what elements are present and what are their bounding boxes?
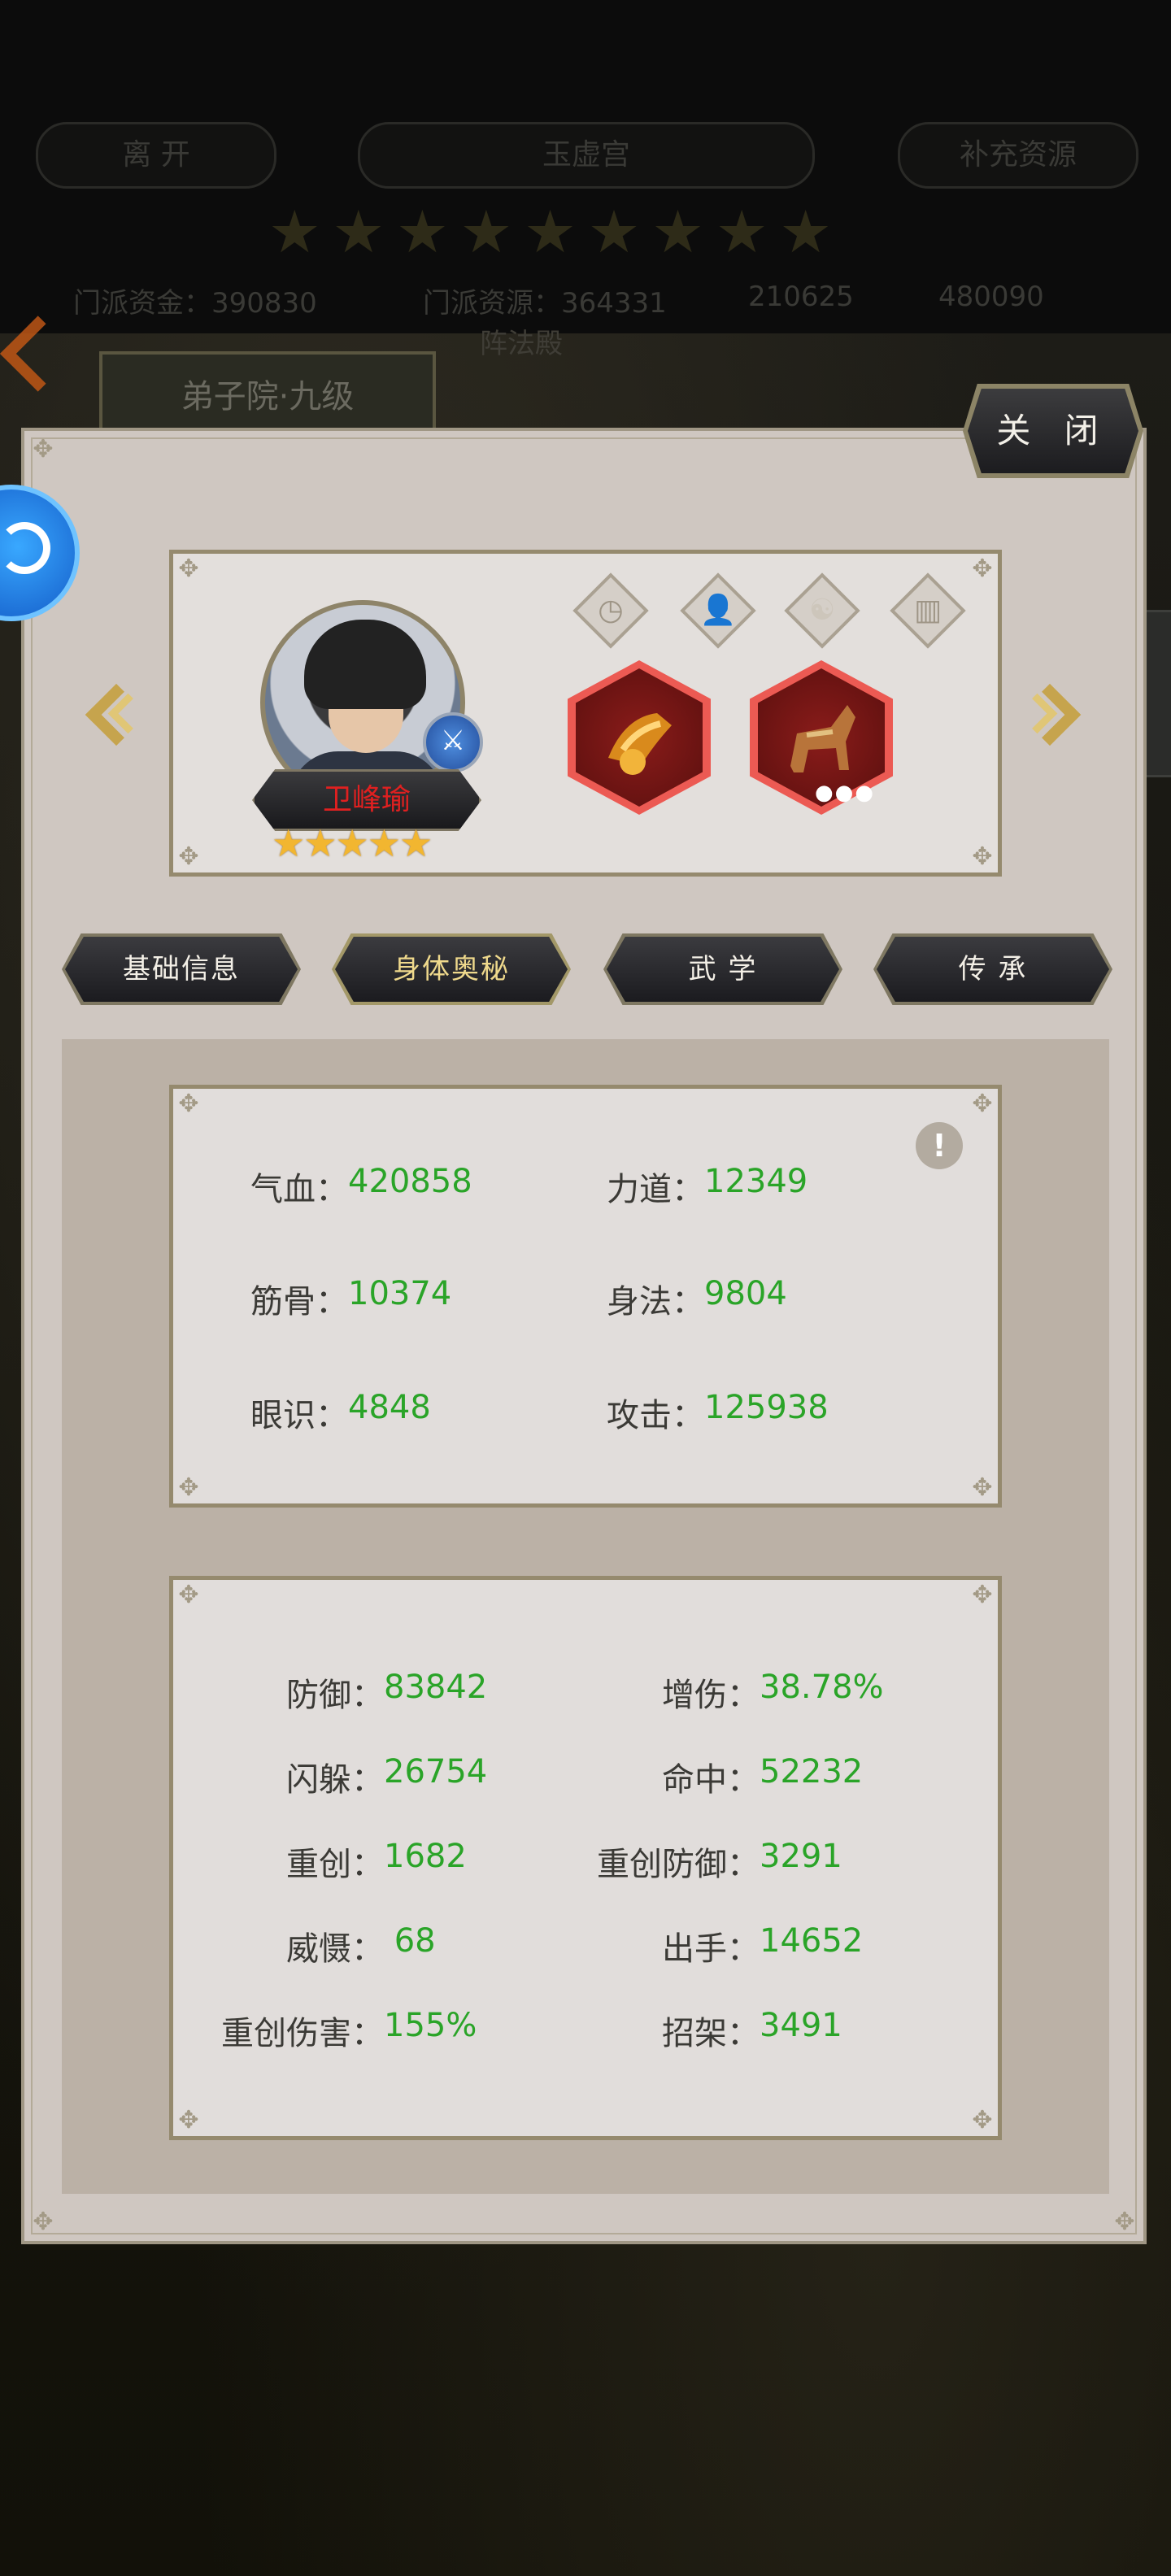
corner-ornament-icon: ✥ [33, 435, 54, 463]
corner-ornament-icon: ✥ [178, 555, 199, 583]
gauntlet-item-icon [608, 713, 672, 775]
corner-ornament-icon: ✥ [178, 1090, 199, 1118]
tab-inheritance[interactable]: 传 承 [877, 937, 1109, 1002]
corner-ornament-icon: ✥ [178, 2106, 199, 2134]
hero-star-rating: ★★★★★ [272, 821, 433, 865]
person-icon: 👤 [699, 594, 737, 627]
stat-label: 重创： [286, 1846, 384, 1883]
corner-ornament-icon: ✥ [1114, 2208, 1135, 2236]
stat-value: 3291 [760, 1838, 842, 1875]
stat-value: 52232 [760, 1753, 864, 1791]
corner-ornament-icon: ✥ [972, 1581, 993, 1609]
stat-label: 力道： [607, 1171, 704, 1208]
sect-resources: 门派资源：364331 [423, 287, 667, 320]
stat-label: 命中： [662, 1761, 760, 1799]
resource-count-3: 210625 [748, 281, 854, 313]
corner-ornament-icon: ✥ [178, 842, 199, 871]
stat-value: 26754 [384, 1753, 488, 1791]
tab-body-secrets[interactable]: 身体奥秘 [335, 937, 568, 1002]
stat-value: 12349 [704, 1163, 808, 1200]
corner-ornament-icon: ✥ [178, 1581, 199, 1609]
close-button[interactable]: 关 闭 [968, 389, 1138, 473]
stat-value: 420858 [348, 1163, 472, 1200]
stat-value: 155% [384, 2007, 477, 2044]
stat-value: 38.78% [760, 1669, 884, 1706]
stat-value: 68 [384, 1922, 436, 1960]
weapon-type-badge-icon: ⚔ [423, 712, 483, 772]
equipment-slot-inner [576, 668, 703, 807]
stat-label: 增伤： [662, 1677, 760, 1714]
stat-label: 防御： [286, 1677, 384, 1714]
stat-value: 1682 [384, 1838, 467, 1875]
leave-button[interactable]: 离 开 [36, 122, 276, 189]
supply-resources-button[interactable]: 补充资源 [898, 122, 1138, 189]
building-label: 阵法殿 [480, 328, 563, 360]
corner-ornament-icon: ✥ [972, 842, 993, 871]
tab-martial-arts[interactable]: 武 学 [607, 937, 839, 1002]
stat-label: 攻击： [607, 1397, 704, 1434]
stat-value: 9804 [704, 1275, 787, 1312]
corner-ornament-icon: ✥ [972, 1473, 993, 1502]
corner-ornament-icon: ✥ [972, 555, 993, 583]
stat-label: 身法： [607, 1283, 704, 1321]
corner-ornament-icon: ✥ [33, 2208, 54, 2236]
stat-label: 筋骨： [250, 1283, 348, 1321]
yin-yang-icon: ☯ [808, 594, 836, 627]
portrait-hair [304, 620, 426, 709]
corner-ornament-icon: ✥ [972, 1090, 993, 1118]
stat-value: 3491 [760, 2007, 842, 2044]
stat-label: 重创防御： [597, 1846, 760, 1883]
sect-name-plate: 玉虚宫 [358, 122, 815, 189]
more-items-indicator-icon: ●●● [815, 781, 876, 805]
sect-funds: 门派资金：390830 [73, 287, 317, 320]
sect-star-rating: ★★★★★★★★★ [268, 198, 843, 266]
stat-label: 威慑： [286, 1930, 384, 1968]
tab-basic-info[interactable]: 基础信息 [65, 937, 298, 1002]
stat-value: 10374 [348, 1275, 452, 1312]
corner-ornament-icon: ✥ [972, 2106, 993, 2134]
stat-label: 出手： [662, 1930, 760, 1968]
stat-label: 闪躲： [286, 1761, 384, 1799]
stat-label: 气血： [250, 1171, 348, 1208]
resource-count-4: 480090 [938, 281, 1044, 313]
stat-label: 重创伤害： [221, 2015, 384, 2052]
corner-ornament-icon: ✥ [178, 1473, 199, 1502]
stat-value: 4848 [348, 1389, 431, 1426]
stat-label: 眼识： [250, 1397, 348, 1434]
stat-value: 83842 [384, 1669, 488, 1706]
stat-value: 14652 [760, 1922, 864, 1960]
stat-label: 招架： [662, 2015, 760, 2052]
info-icon[interactable]: ! [916, 1122, 963, 1169]
book-icon: ▥ [913, 594, 942, 627]
timer-icon: ◷ [598, 594, 624, 627]
stat-value: 125938 [704, 1389, 829, 1426]
